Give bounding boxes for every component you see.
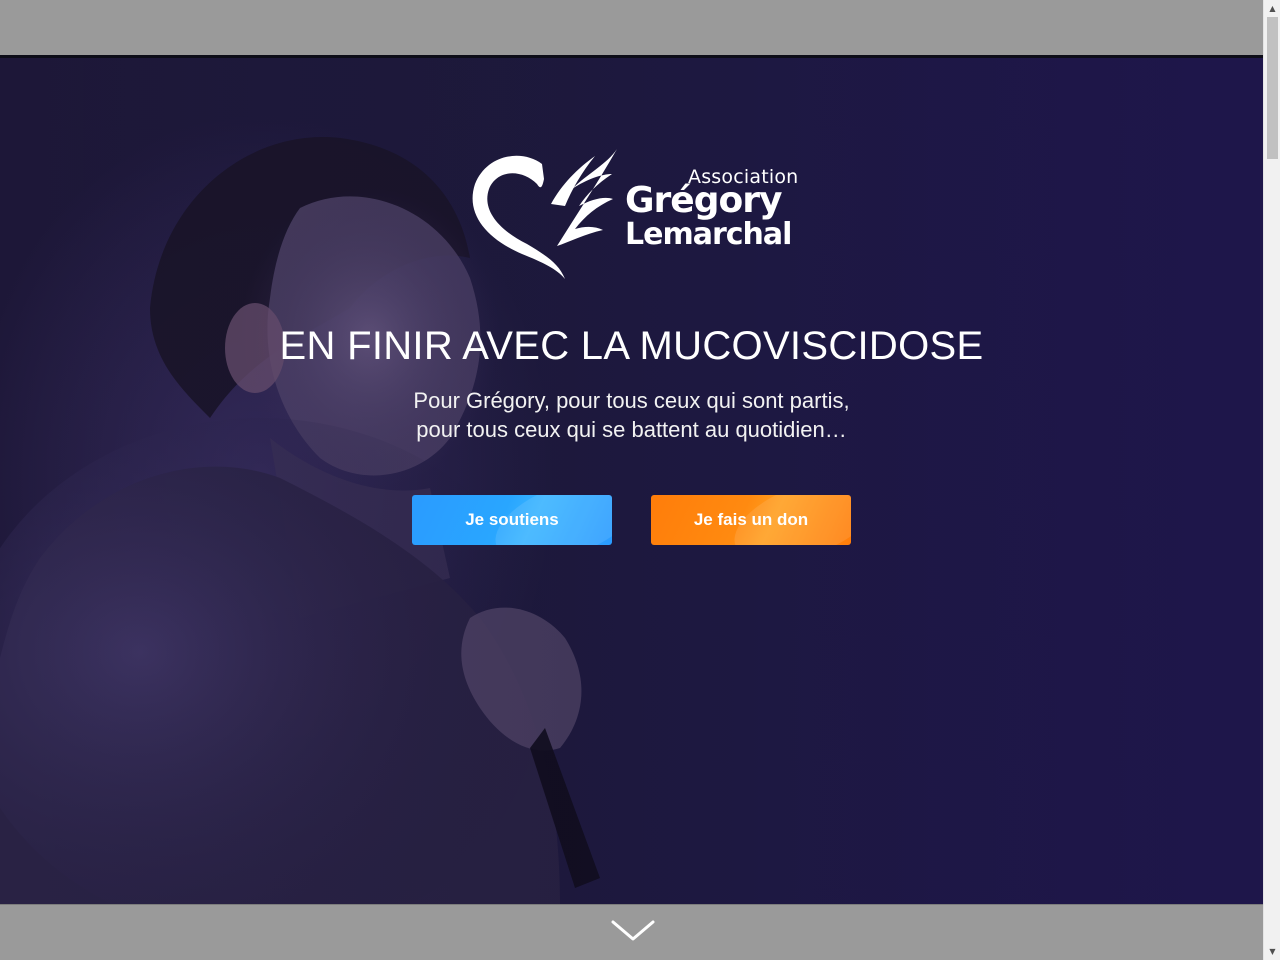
support-button[interactable]: Je soutiens <box>412 495 612 545</box>
heart-wing-icon <box>472 149 617 279</box>
bottom-bar <box>0 904 1263 960</box>
logo-name: Grégory Lemarchal <box>625 180 792 252</box>
top-bar <box>0 0 1263 55</box>
vertical-scrollbar[interactable]: ▲ ▼ <box>1263 0 1280 960</box>
hero-subline: Pour Grégory, pour tous ceux qui sont pa… <box>0 386 1263 444</box>
triangle-up-icon[interactable]: ▲ <box>1264 0 1280 17</box>
scrollbar-thumb[interactable] <box>1267 17 1278 159</box>
logo-first-name: Grégory <box>625 180 782 221</box>
hero-section: Association Grégory Lemarchal EN FINIR A… <box>0 55 1263 904</box>
logo-last-name: Lemarchal <box>625 217 792 252</box>
donate-button-label: Je fais un don <box>693 510 809 529</box>
triangle-down-icon[interactable]: ▼ <box>1264 943 1280 960</box>
hero-subline-line-2: pour tous ceux qui se battent au quotidi… <box>416 417 847 442</box>
hero-headline: EN FINIR AVEC LA MUCOVISCIDOSE <box>279 324 984 368</box>
association-logo[interactable]: Association Grégory Lemarchal <box>467 144 798 284</box>
hero-subline-line-1: Pour Grégory, pour tous ceux qui sont pa… <box>413 388 850 413</box>
support-button-label: Je soutiens <box>465 510 559 529</box>
chevron-down-icon[interactable] <box>611 919 655 943</box>
donate-button[interactable]: Je fais un don <box>651 495 851 545</box>
